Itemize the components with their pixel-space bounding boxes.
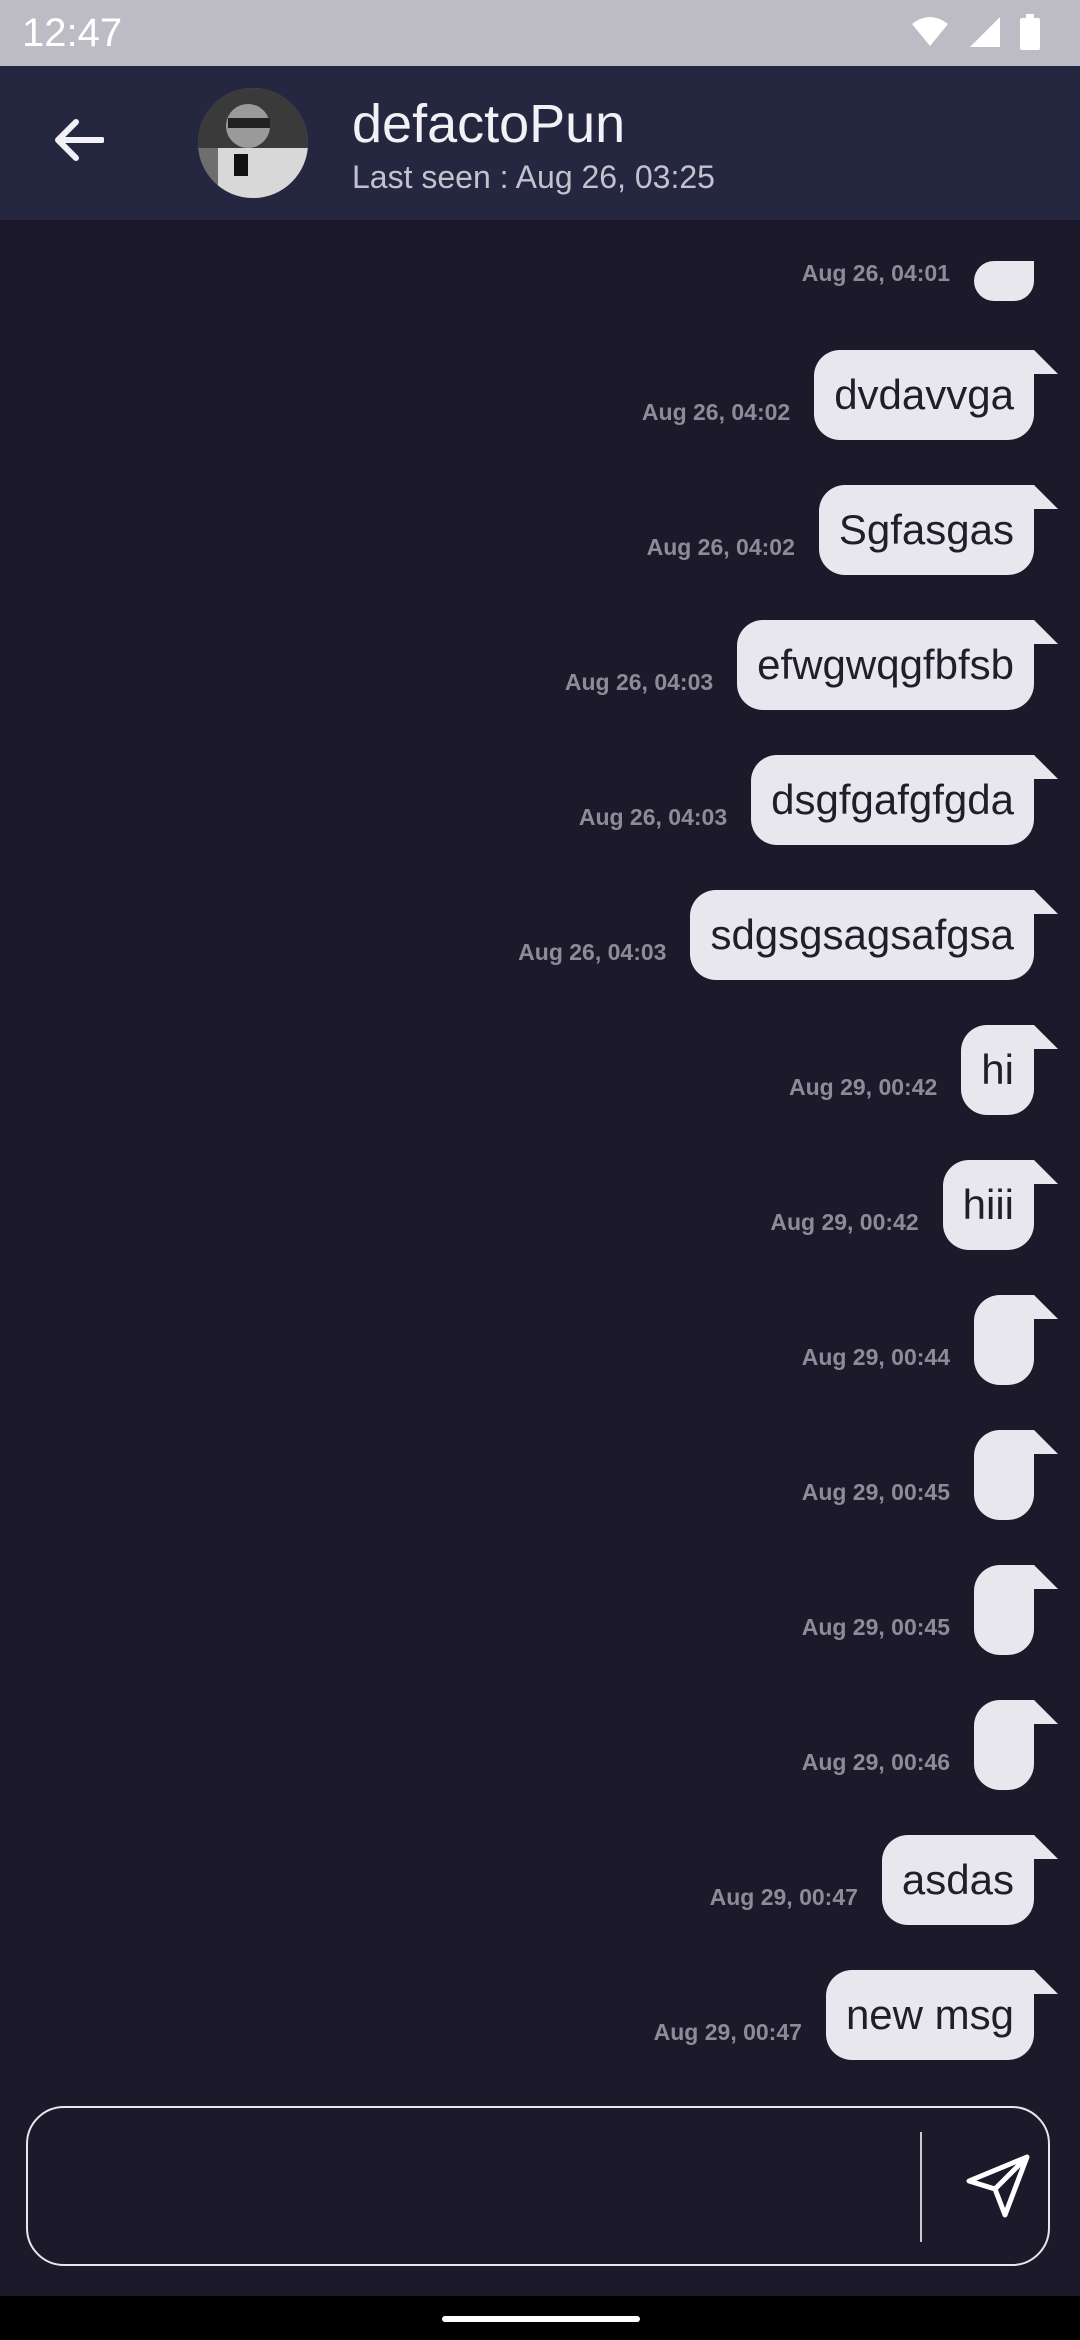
message-text: hiii	[962, 1181, 1014, 1228]
message-row: Aug 26, 04:01	[802, 260, 1058, 301]
bubble-tail	[1034, 1700, 1058, 1724]
bubble-tail	[1034, 890, 1058, 914]
message-text: new msg	[845, 1991, 1014, 2038]
message-timestamp: Aug 26, 04:02	[641, 399, 791, 425]
message-text: Sgfasgas	[838, 506, 1014, 553]
message-text: asdas	[901, 1856, 1014, 1903]
system-nav-bar	[0, 2296, 1080, 2340]
bubble-tail	[1034, 1160, 1058, 1184]
message-timestamp: Aug 26, 04:02	[646, 534, 795, 560]
message-row: Aug 29, 00:47 new msg	[654, 1970, 1058, 2060]
message-bubble[interactable]: hi	[961, 1025, 1058, 1115]
message-text: efwgwqgfbfsb	[757, 641, 1014, 688]
bubble-tail	[1034, 1025, 1058, 1049]
bubble-tail	[1034, 1295, 1058, 1319]
message-composer	[26, 2106, 1050, 2266]
message-text: sdgsgsagsafgsa	[710, 911, 1014, 958]
avatar[interactable]	[198, 88, 308, 198]
send-icon	[965, 2153, 1031, 2224]
chat-header: defactoPun Last seen : Aug 26, 03:25	[0, 66, 1080, 220]
last-seen-status: Last seen : Aug 26, 03:25	[352, 159, 715, 195]
message-timestamp: Aug 29, 00:47	[709, 1884, 858, 1910]
message-row: Aug 29, 00:45	[802, 1430, 1058, 1520]
bubble-tail	[1034, 1970, 1058, 1994]
wifi-icon	[910, 16, 950, 53]
message-list[interactable]: Aug 26, 04:01 Aug 26, 04:02 dvdavvga Aug…	[0, 220, 1080, 2100]
message-bubble[interactable]: asdas	[881, 1835, 1058, 1925]
message-timestamp: Aug 29, 00:46	[801, 1749, 950, 1775]
message-bubble[interactable]	[974, 1565, 1058, 1655]
battery-icon	[1020, 13, 1040, 55]
message-row: Aug 26, 04:03 dsgfgafgfgda	[579, 755, 1058, 845]
message-row: Aug 29, 00:42 hiii	[770, 1160, 1058, 1250]
bubble-tail	[1034, 620, 1058, 644]
bubble-tail	[1034, 1430, 1058, 1454]
message-bubble[interactable]: sdgsgsagsafgsa	[690, 890, 1058, 980]
message-bubble[interactable]: dvdavvga	[814, 350, 1058, 440]
composer-divider	[920, 2132, 922, 2242]
message-row: Aug 29, 00:44	[802, 1295, 1058, 1385]
status-time: 12:47	[22, 11, 123, 55]
home-gesture-handle[interactable]	[442, 2316, 640, 2322]
send-button[interactable]	[948, 2138, 1048, 2238]
message-bubble[interactable]	[974, 1295, 1058, 1385]
message-row: Aug 29, 00:46	[802, 1700, 1058, 1790]
message-timestamp: Aug 29, 00:42	[789, 1074, 938, 1100]
bubble-tail	[1034, 1565, 1058, 1589]
bubble-tail	[1034, 485, 1058, 509]
message-row: Aug 29, 00:45	[802, 1565, 1058, 1655]
message-bubble[interactable]: new msg	[825, 1970, 1058, 2060]
message-timestamp: Aug 26, 04:03	[564, 669, 714, 695]
message-row: Aug 26, 04:03 efwgwqgfbfsb	[565, 620, 1058, 710]
message-timestamp: Aug 29, 00:45	[801, 1614, 950, 1640]
arrow-left-icon	[52, 118, 105, 167]
message-timestamp: Aug 29, 00:42	[770, 1209, 919, 1235]
message-timestamp: Aug 26, 04:03	[578, 804, 728, 830]
message-row: Aug 26, 04:02 dvdavvga	[642, 350, 1058, 440]
message-timestamp: Aug 29, 00:45	[801, 1479, 950, 1505]
contact-name: defactoPun	[352, 94, 626, 154]
bubble-tail	[1034, 1835, 1058, 1859]
message-bubble[interactable]	[974, 1430, 1058, 1520]
status-bar: 12:47	[0, 0, 1080, 66]
message-text: dsgfgafgfgda	[771, 776, 1014, 823]
message-text: hi	[981, 1046, 1014, 1093]
message-row: Aug 29, 00:47 asdas	[710, 1835, 1058, 1925]
message-text: dvdavvga	[834, 371, 1014, 418]
message-timestamp: Aug 26, 04:03	[518, 939, 667, 965]
back-button[interactable]	[46, 110, 110, 174]
signal-icon	[968, 15, 1002, 54]
message-bubble[interactable]	[974, 1700, 1058, 1790]
message-bubble[interactable]	[974, 261, 1034, 301]
message-bubble[interactable]: dsgfgafgfgda	[751, 755, 1058, 845]
message-timestamp: Aug 29, 00:44	[801, 1344, 950, 1370]
message-bubble[interactable]: hiii	[942, 1160, 1058, 1250]
message-timestamp: Aug 29, 00:47	[653, 2019, 802, 2045]
message-input[interactable]	[58, 2138, 922, 2236]
message-timestamp: Aug 26, 04:01	[801, 260, 950, 286]
message-row: Aug 29, 00:42 hi	[789, 1025, 1058, 1115]
status-icons	[910, 13, 1040, 55]
message-bubble[interactable]: efwgwqgfbfsb	[737, 620, 1058, 710]
message-row: Aug 26, 04:03 sdgsgsagsafgsa	[518, 890, 1058, 980]
bubble-tail	[1034, 350, 1058, 374]
message-bubble[interactable]: Sgfasgas	[818, 485, 1058, 575]
message-row: Aug 26, 04:02 Sgfasgas	[647, 485, 1058, 575]
bubble-tail	[1034, 755, 1058, 779]
